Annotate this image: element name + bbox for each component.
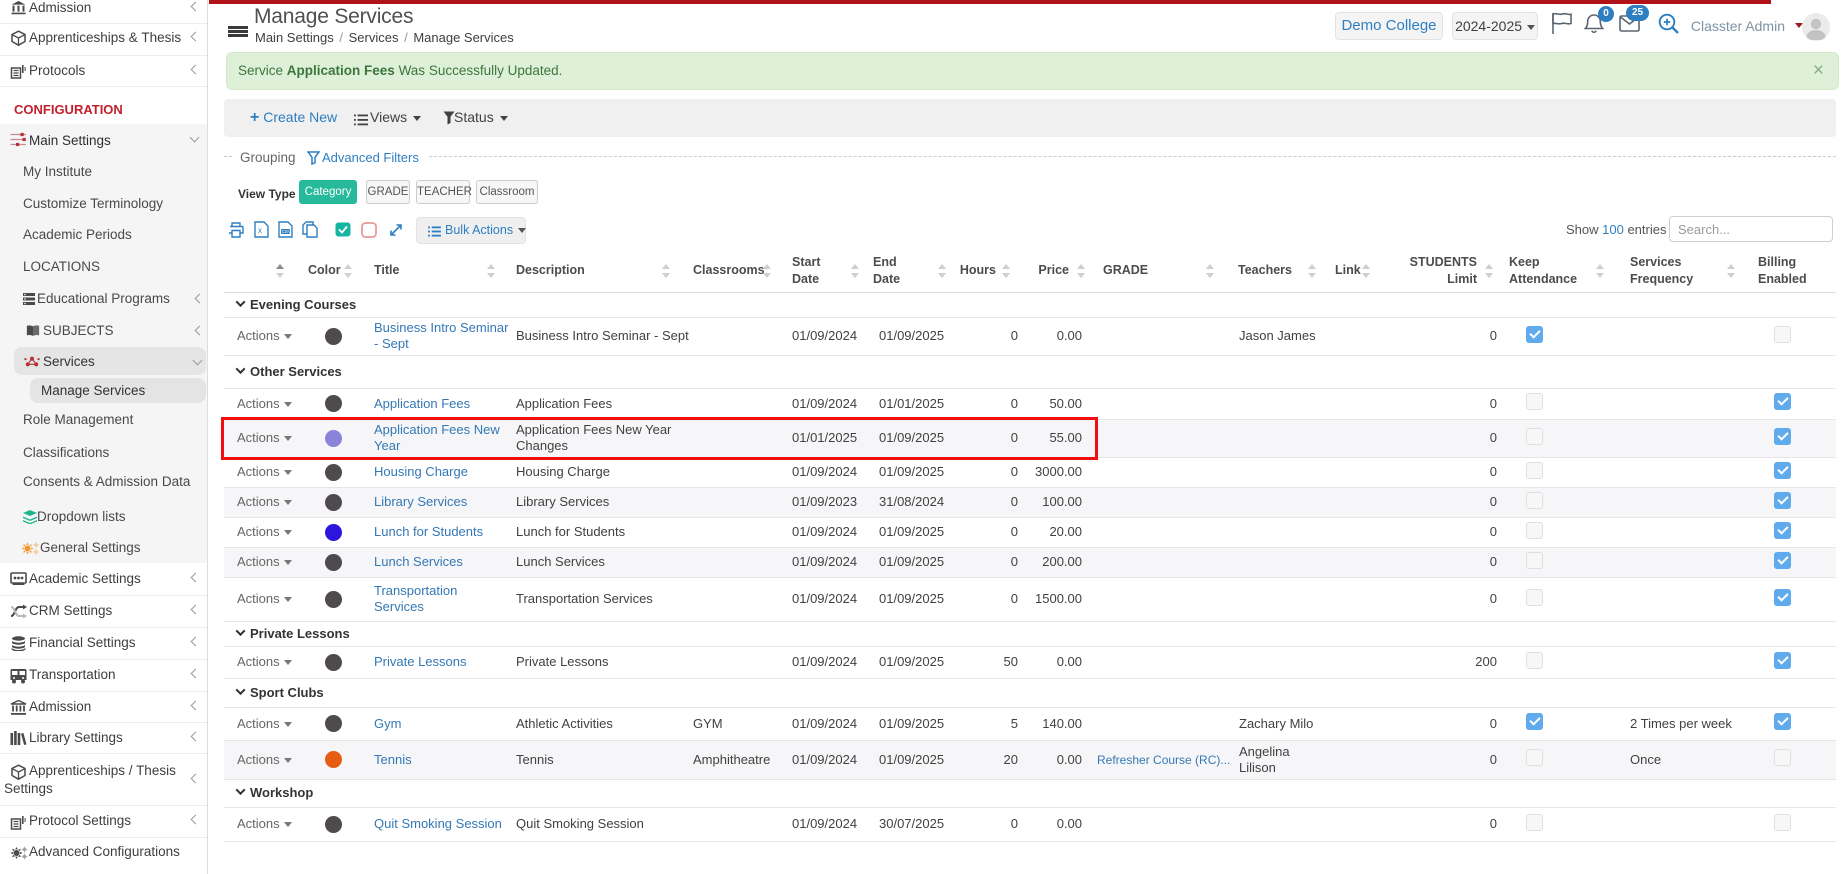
svg-text:x: x xyxy=(258,226,262,235)
svg-text:CSV: CSV xyxy=(282,229,291,234)
